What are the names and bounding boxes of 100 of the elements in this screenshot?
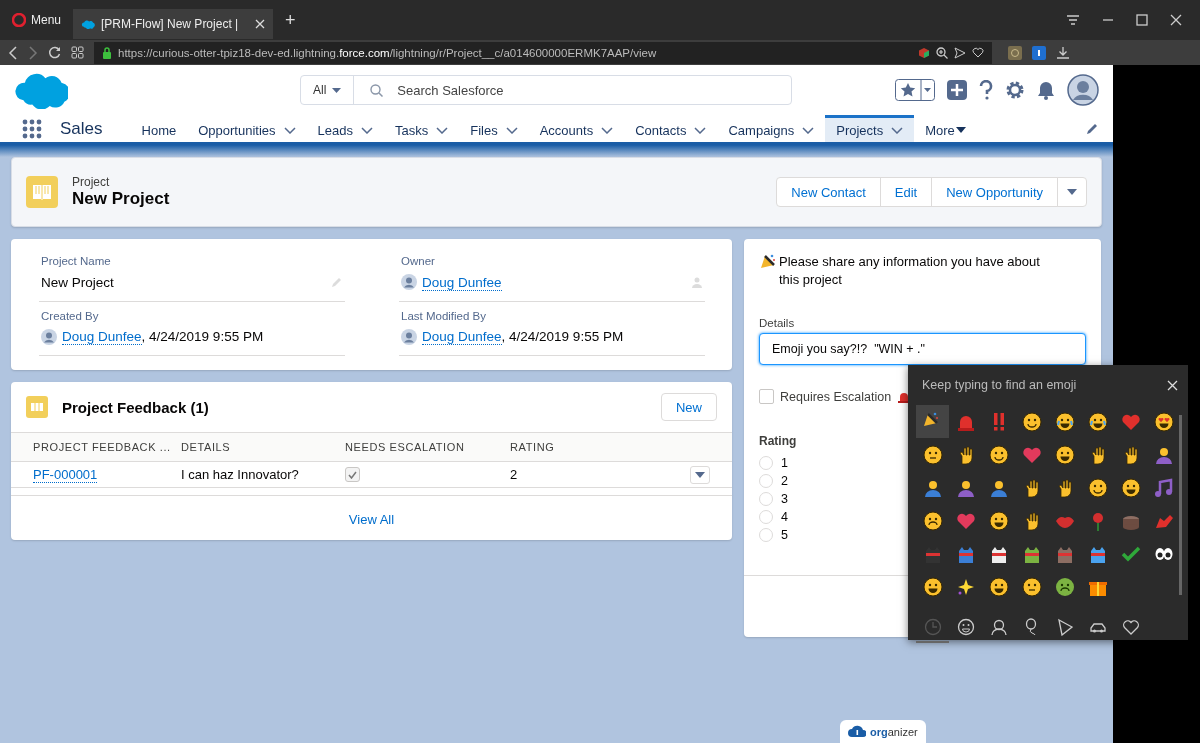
search-field[interactable]: Search Salesforce: [395, 81, 696, 99]
row-menu-button[interactable]: [690, 465, 710, 484]
speed-dial-icon[interactable]: [71, 46, 84, 59]
caret-icon: [1067, 189, 1077, 195]
reload-icon[interactable]: [48, 46, 61, 59]
cube-icon[interactable]: [918, 46, 930, 59]
caret-icon: [332, 87, 342, 93]
extension-icon[interactable]: [1008, 45, 1022, 60]
avatar-icon: [41, 328, 57, 345]
radio-button[interactable]: [759, 510, 773, 524]
favorites-icon[interactable]: [895, 79, 935, 101]
app-name: Sales: [60, 118, 103, 139]
avatar-icon[interactable]: [1067, 74, 1099, 106]
laughing-face-icon: [1086, 410, 1109, 433]
app-launcher-icon[interactable]: [22, 118, 42, 139]
organizer-tab[interactable]: organizer: [840, 720, 926, 743]
action-button[interactable]: New Opportunity: [931, 177, 1058, 207]
heart-icon[interactable]: [972, 47, 984, 58]
search-bar[interactable]: All Search Salesforce: [300, 75, 792, 105]
action-button[interactable]: New Contact: [776, 177, 881, 207]
search-icon: [370, 83, 384, 97]
caret-icon: [955, 127, 966, 133]
user-link[interactable]: Doug Dunfee: [62, 329, 142, 345]
field-label: Project Name: [41, 255, 112, 267]
checkbox-label: Requires Escalation: [780, 389, 892, 404]
music-notes-icon: [1152, 476, 1175, 499]
radio-button[interactable]: [759, 474, 773, 488]
cloud-logo-icon: [14, 71, 68, 109]
grinning-face-icon: [987, 575, 1010, 598]
menu-button[interactable]: Menu: [6, 9, 68, 31]
notification-bell-icon[interactable]: [1037, 80, 1055, 100]
chevron-down-icon: [694, 126, 707, 134]
grinning-face-icon: [1053, 443, 1076, 466]
nav-tab[interactable]: Opportunities: [187, 115, 307, 142]
address-bar[interactable]: https://curious-otter-tpiz18-dev-ed.lightning.force.com/lightning/r/Project__c/a014600000ERMK7AAP/view: [94, 41, 992, 64]
view-all-link[interactable]: View All: [342, 511, 401, 528]
column-header: RATING: [510, 432, 660, 462]
close-icon[interactable]: [255, 19, 266, 29]
nav-tab[interactable]: Projects: [825, 115, 915, 142]
nav-tab[interactable]: Tasks: [383, 115, 460, 142]
column-header: PROJECT FEEDBACK ...: [11, 432, 181, 462]
radio-button[interactable]: [759, 492, 773, 506]
close-icon[interactable]: [1170, 14, 1182, 26]
browser-tab[interactable]: [PRM-Flow] New Project |: [73, 9, 274, 39]
download-icon[interactable]: [1056, 45, 1070, 60]
smiling-face-icon: [1020, 410, 1043, 433]
close-button[interactable]: [1167, 379, 1178, 391]
radio-label: 5: [781, 528, 788, 542]
table-cell: 2: [510, 462, 660, 488]
chevron-down-icon: [283, 126, 296, 134]
new-tab-button[interactable]: +: [281, 9, 300, 31]
nav-tab[interactable]: Accounts: [528, 115, 625, 142]
recent-clock-icon: [923, 618, 942, 636]
search-scope-dropdown[interactable]: All: [301, 76, 355, 104]
tab-menu-icon[interactable]: [1066, 14, 1080, 26]
field-label: Created By: [41, 309, 100, 322]
pencil-icon[interactable]: [1085, 121, 1099, 136]
add-icon[interactable]: [947, 80, 967, 100]
nav-tab[interactable]: More: [914, 115, 977, 142]
radio-button[interactable]: [759, 456, 773, 470]
avatar-icon: [401, 328, 417, 345]
cloud-icon: [848, 725, 866, 738]
action-button[interactable]: Edit: [879, 177, 933, 207]
heart-icon: [1121, 618, 1140, 636]
nav-tab[interactable]: Campaigns: [717, 115, 826, 142]
neutral-face-icon: [921, 443, 944, 466]
radio-button[interactable]: [759, 528, 773, 542]
details-input[interactable]: Emoji you say?!? "WIN + .": [759, 333, 1086, 365]
more-actions-button[interactable]: [1057, 177, 1087, 207]
user-link[interactable]: Doug Dunfee: [422, 274, 502, 291]
organizer-label: organizer: [870, 725, 918, 738]
settings-icon[interactable]: [1005, 80, 1025, 100]
help-icon[interactable]: [979, 80, 993, 100]
nav-tab[interactable]: Home: [130, 115, 188, 142]
zoom-icon[interactable]: [936, 46, 948, 59]
back-icon[interactable]: [8, 45, 18, 60]
nav-tab[interactable]: Contacts: [624, 115, 718, 142]
tab-title: [PRM-Flow] New Project |: [101, 17, 240, 31]
list-icon: [26, 396, 48, 418]
emoji-button[interactable]: [916, 405, 949, 438]
chevron-down-icon: [802, 126, 815, 134]
checkbox[interactable]: [759, 389, 774, 404]
radio-label: 1: [781, 456, 788, 470]
lock-icon: [102, 46, 112, 59]
person-icon: [989, 618, 1008, 636]
send-icon[interactable]: [954, 46, 966, 59]
new-button[interactable]: New: [661, 393, 717, 421]
cloud-icon: [81, 19, 96, 29]
extension-icon[interactable]: [1032, 45, 1046, 60]
field-value: New Project: [41, 274, 114, 290]
field-label: Owner: [401, 255, 436, 267]
forward-icon[interactable]: [28, 45, 38, 60]
prompt-text: Please share any information you have about this project: [779, 253, 1041, 289]
url-text: https://curious-otter-tpiz18-dev-ed.lightning.force.com/lightning/r/Project__c/a014600000ERMK7AAP/view: [118, 46, 658, 59]
maximize-icon[interactable]: [1136, 14, 1148, 26]
nav-tab[interactable]: Leads: [306, 115, 384, 142]
nav-tab[interactable]: Files: [459, 115, 529, 142]
record-link[interactable]: PF-000001: [33, 466, 98, 483]
user-link[interactable]: Doug Dunfee: [422, 329, 502, 345]
radio-label: 2: [781, 474, 788, 488]
